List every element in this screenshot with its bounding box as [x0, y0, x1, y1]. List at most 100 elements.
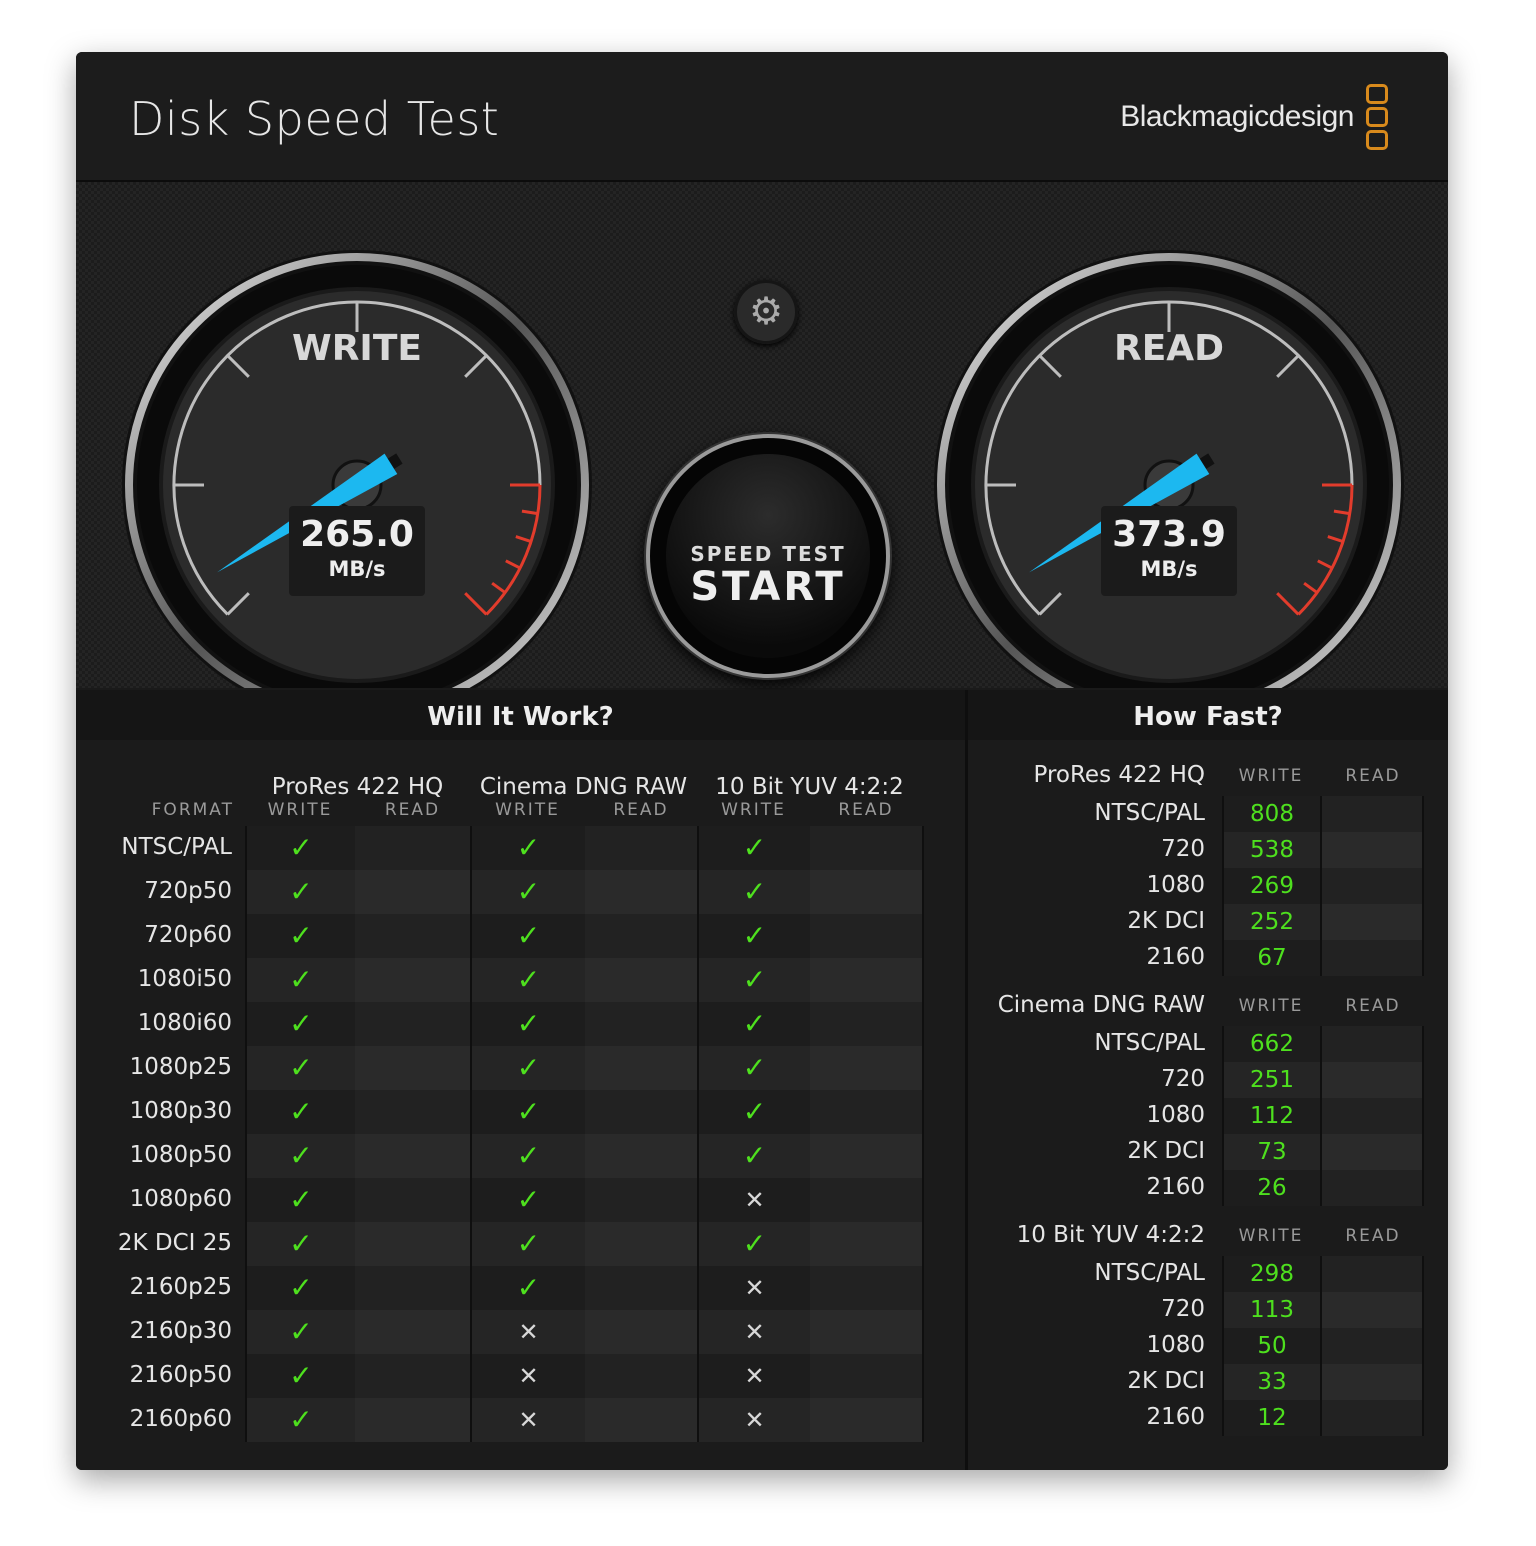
write-column-header: WRITE	[1238, 996, 1304, 1016]
write-status-cell: ✓	[245, 1134, 355, 1178]
read-status-cell	[355, 1134, 470, 1178]
column-border	[922, 1002, 924, 1046]
format-label: 1080p25	[129, 1054, 232, 1080]
check-icon: ✓	[289, 1227, 313, 1260]
read-speed-fps	[1320, 868, 1424, 904]
read-status-cell	[810, 1090, 922, 1134]
check-icon: ✓	[742, 1095, 767, 1128]
check-icon: ✓	[516, 831, 541, 864]
read-speed-fps	[1320, 1134, 1424, 1170]
write-status-cell: ✓	[470, 1002, 585, 1046]
read-status-cell	[810, 958, 922, 1002]
write-speed-fps: 808	[1222, 796, 1320, 832]
write-status-cell: ✓	[697, 958, 810, 1002]
write-speed-fps: 538	[1222, 832, 1320, 868]
write-status-cell: ✓	[697, 1134, 810, 1178]
table-row: 1080p50 ✓ ✓ ✓	[76, 1134, 965, 1178]
write-speed-fps: 269	[1222, 868, 1320, 904]
table-row: 1080p60 ✓ ✓ ✕	[76, 1178, 965, 1222]
table-row: 2K DCI 25 ✓ ✓ ✓	[76, 1222, 965, 1266]
check-icon: ✓	[289, 1095, 313, 1128]
codec-header: ProRes 422 HQ	[271, 774, 444, 800]
table-row: 2160p50 ✓ ✕ ✕	[76, 1354, 965, 1398]
speed-test-start-button[interactable]: SPEED TEST START	[646, 434, 890, 678]
read-column-header: READ	[1345, 766, 1401, 786]
check-icon: ✓	[742, 1139, 767, 1172]
read-status-cell	[355, 1090, 470, 1134]
check-icon: ✓	[289, 1403, 313, 1436]
column-border	[922, 914, 924, 958]
write-status-cell: ✕	[697, 1354, 810, 1398]
check-icon: ✓	[289, 1183, 313, 1216]
check-icon: ✓	[516, 875, 541, 908]
check-icon: ✓	[289, 1139, 313, 1172]
check-icon: ✓	[516, 963, 541, 996]
read-status-cell	[585, 1090, 697, 1134]
write-column-header: WRITE	[495, 800, 560, 820]
read-speed-fps	[1320, 1098, 1424, 1134]
read-gauge-label: READ	[1113, 328, 1225, 369]
cross-icon: ✕	[744, 1186, 765, 1214]
table-row: 2160 67	[968, 940, 1448, 976]
how-fast-title: How Fast?	[968, 690, 1448, 740]
check-icon: ✓	[742, 1227, 767, 1260]
write-status-cell: ✓	[470, 1178, 585, 1222]
write-speed-fps: 113	[1222, 1292, 1320, 1328]
settings-button[interactable]: ⚙	[734, 280, 798, 344]
gauge-area: WRITE READ ⚙ SPEED TEST START 265.0 MB/s…	[76, 182, 1448, 688]
write-speed-readout: 265.0 MB/s	[289, 506, 425, 596]
column-border	[922, 826, 924, 870]
read-status-cell	[355, 914, 470, 958]
read-status-cell	[810, 1134, 922, 1178]
write-status-cell: ✓	[245, 1090, 355, 1134]
read-speed-fps	[1320, 1062, 1424, 1098]
codec-header: Cinema DNG RAW	[479, 774, 688, 800]
format-label: 2K DCI	[1127, 1368, 1205, 1394]
read-status-cell	[585, 1222, 697, 1266]
write-speed-fps: 252	[1222, 904, 1320, 940]
read-status-cell	[585, 1134, 697, 1178]
write-status-cell: ✓	[245, 1222, 355, 1266]
column-border	[922, 1090, 924, 1134]
write-status-cell: ✓	[470, 914, 585, 958]
write-status-cell: ✕	[470, 1398, 585, 1442]
column-border	[922, 958, 924, 1002]
write-status-cell: ✓	[245, 1398, 355, 1442]
read-status-cell	[355, 1398, 470, 1442]
column-border	[922, 1178, 924, 1222]
check-icon: ✓	[516, 1271, 541, 1304]
table-row: 720 538	[968, 832, 1448, 868]
format-label: NTSC/PAL	[1094, 1260, 1205, 1286]
format-label: 1080p30	[129, 1098, 232, 1124]
write-speed-fps: 50	[1222, 1328, 1320, 1364]
write-status-cell: ✓	[245, 826, 355, 870]
write-status-cell: ✓	[697, 1046, 810, 1090]
format-label: 2K DCI 25	[117, 1230, 232, 1256]
check-icon: ✓	[289, 919, 313, 952]
read-status-cell	[585, 1178, 697, 1222]
start-button-caption: SPEED TEST	[690, 542, 846, 566]
read-status-cell	[585, 826, 697, 870]
column-border	[922, 1398, 924, 1442]
write-status-cell: ✓	[470, 1134, 585, 1178]
write-speed-fps: 12	[1222, 1400, 1320, 1436]
write-column-header: WRITE	[267, 800, 333, 820]
check-icon: ✓	[516, 1051, 541, 1084]
table-row: 720 113	[968, 1292, 1448, 1328]
read-status-cell	[810, 1310, 922, 1354]
read-status-cell	[585, 870, 697, 914]
table-row: 720p60 ✓ ✓ ✓	[76, 914, 965, 958]
read-status-cell	[355, 1266, 470, 1310]
write-status-cell: ✓	[245, 1178, 355, 1222]
write-speed-unit: MB/s	[328, 557, 386, 581]
write-status-cell: ✓	[245, 1046, 355, 1090]
write-status-cell: ✕	[470, 1310, 585, 1354]
write-status-cell: ✓	[470, 870, 585, 914]
read-column-header: READ	[838, 800, 894, 820]
write-status-cell: ✓	[697, 1002, 810, 1046]
write-speed-fps: 33	[1222, 1364, 1320, 1400]
check-icon: ✓	[742, 1051, 767, 1084]
read-status-cell	[585, 1354, 697, 1398]
column-border	[922, 870, 924, 914]
read-status-cell	[810, 826, 922, 870]
